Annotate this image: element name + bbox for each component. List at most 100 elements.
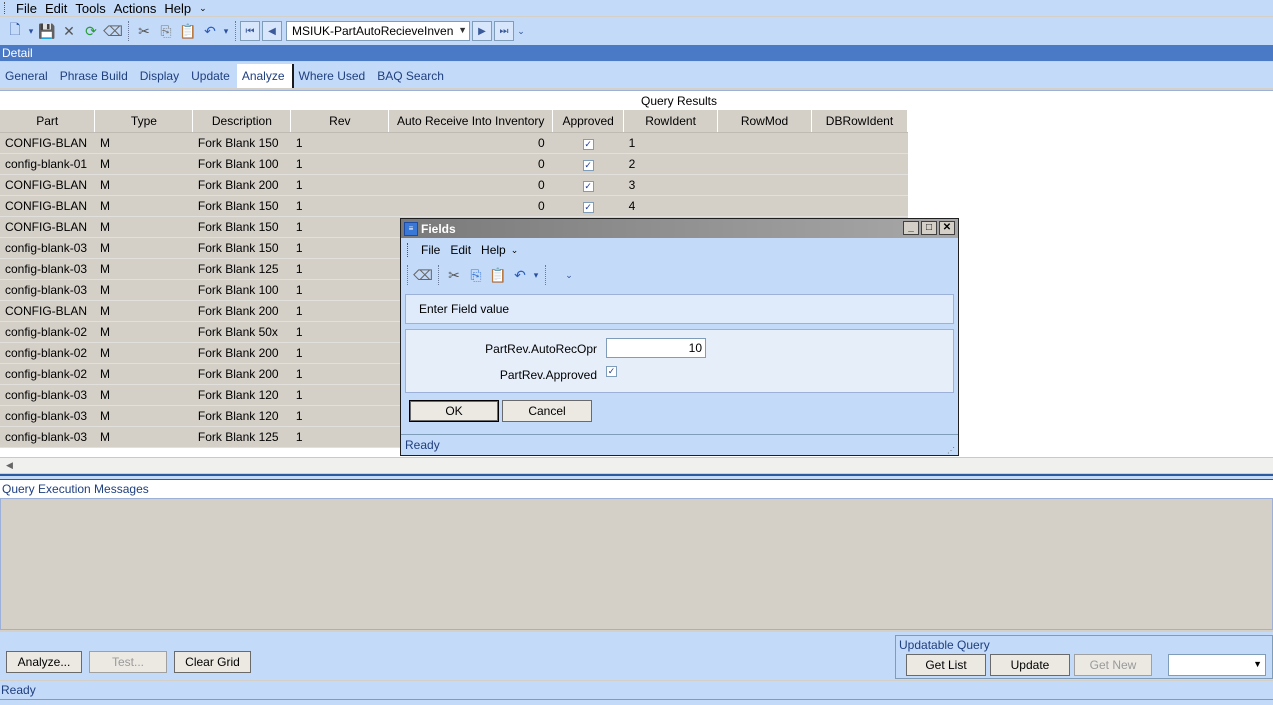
column-header[interactable]: Part	[0, 110, 96, 133]
delete-icon[interactable]: ✕	[58, 20, 80, 42]
column-header[interactable]: Description	[192, 110, 292, 133]
cell-desc: Fork Blank 125	[192, 426, 291, 448]
autorecopr-input[interactable]: 10	[606, 338, 706, 358]
column-header[interactable]: RowMod	[717, 110, 812, 133]
toolbar-grip	[407, 265, 408, 285]
dialog-menu-overflow-icon[interactable]: ⌄	[511, 245, 519, 256]
cell-part: CONFIG-BLAN	[0, 216, 95, 238]
ok-button[interactable]: OK	[409, 400, 499, 422]
cell-part: CONFIG-BLAN	[0, 195, 95, 217]
query-messages-panel	[0, 498, 1273, 630]
next-record-icon[interactable]: ▶	[472, 21, 492, 41]
column-header[interactable]: Rev	[290, 110, 390, 133]
previous-record-icon[interactable]: ◀	[262, 21, 282, 41]
undo-icon[interactable]: ↶	[199, 20, 221, 42]
approved-checkbox[interactable]: ✓	[582, 159, 594, 171]
save-icon[interactable]: 💾	[36, 20, 58, 42]
new-dropdown-icon[interactable]: ▾	[26, 20, 36, 42]
cell-rowmod	[717, 132, 812, 154]
toolbar-overflow-icon[interactable]: ⌄	[516, 20, 526, 42]
dialog-menu-help[interactable]: Help	[476, 243, 511, 257]
tab-where-used[interactable]: Where Used	[294, 64, 373, 88]
column-header[interactable]: Approved	[552, 110, 625, 133]
get-new-button[interactable]: Get New	[1074, 654, 1152, 676]
approved-checkbox[interactable]: ✓	[582, 138, 594, 150]
cell-desc: Fork Blank 200	[192, 342, 291, 364]
chevron-down-icon: ▼	[1253, 659, 1262, 669]
cell-desc: Fork Blank 100	[192, 153, 291, 175]
undo-dropdown-icon[interactable]: ▾	[221, 20, 231, 42]
toolbar-overflow-icon[interactable]: ⌄	[564, 264, 574, 286]
undo-icon[interactable]: ↶	[509, 264, 531, 286]
record-select[interactable]: MSIUK-PartAutoRecieveInven ▼	[286, 21, 470, 41]
resize-grip-icon[interactable]: ⋰	[947, 441, 955, 461]
test-button[interactable]: Test...	[89, 651, 167, 673]
table-row[interactable]: config-blank-01 M Fork Blank 100 1 0 ✓ 2	[0, 153, 908, 175]
dialog-titlebar[interactable]: ≡ Fields _ □ ✕	[401, 219, 958, 238]
cell-type: M	[94, 216, 193, 238]
cut-icon[interactable]: ✂	[443, 264, 465, 286]
last-record-icon[interactable]: ⏭	[494, 21, 514, 41]
menu-actions[interactable]: Actions	[110, 1, 161, 16]
undo-dropdown-icon[interactable]: ▾	[531, 264, 541, 286]
cell-desc: Fork Blank 100	[192, 279, 291, 301]
fields-dialog: ≡ Fields _ □ ✕ File Edit Help ⌄ ⌫ ✂ ⎘ 📋 …	[400, 218, 959, 456]
cell-type: M	[94, 132, 193, 154]
approved-checkbox[interactable]: ✓	[582, 180, 594, 192]
cell-rev: 1	[290, 258, 389, 280]
horizontal-scrollbar[interactable]: ◀	[0, 457, 1273, 473]
scroll-left-icon[interactable]: ◀	[6, 460, 13, 471]
paste-icon[interactable]: 📋	[177, 20, 199, 42]
menu-overflow-icon[interactable]: ⌄	[195, 3, 211, 14]
updatable-query-title: Updatable Query	[899, 638, 990, 652]
tab-analyze[interactable]: Analyze	[236, 64, 294, 88]
refresh-icon[interactable]: ⟳	[80, 20, 102, 42]
table-row[interactable]: CONFIG-BLAN M Fork Blank 150 1 0 ✓ 1	[0, 132, 908, 154]
cell-auto: 0	[388, 195, 553, 217]
cell-part: config-blank-03	[0, 405, 95, 427]
close-icon[interactable]: ✕	[939, 221, 955, 235]
new-icon[interactable]: 🗋	[4, 20, 26, 42]
copy-icon[interactable]: ⎘	[155, 20, 177, 42]
cell-rowmod	[717, 153, 812, 175]
table-row[interactable]: CONFIG-BLAN M Fork Blank 200 1 0 ✓ 3	[0, 174, 908, 196]
tab-update[interactable]: Update	[186, 64, 237, 88]
cell-approved: ✓	[552, 132, 624, 154]
copy-icon[interactable]: ⎘	[465, 264, 487, 286]
tab-display[interactable]: Display	[135, 64, 186, 88]
column-header[interactable]: Type	[94, 110, 194, 133]
menu-tools[interactable]: Tools	[71, 1, 109, 16]
menu-edit[interactable]: Edit	[41, 1, 71, 16]
cell-approved: ✓	[552, 174, 624, 196]
cell-desc: Fork Blank 120	[192, 384, 291, 406]
clear-grid-button[interactable]: Clear Grid	[174, 651, 251, 673]
dialog-menu-edit[interactable]: Edit	[445, 243, 476, 257]
first-record-icon[interactable]: ⏮	[240, 21, 260, 41]
analyze-button[interactable]: Analyze...	[6, 651, 82, 673]
column-header[interactable]: DBRowIdent	[811, 110, 909, 133]
cell-desc: Fork Blank 125	[192, 258, 291, 280]
tab-general[interactable]: General	[0, 64, 55, 88]
cut-icon[interactable]: ✂	[133, 20, 155, 42]
menu-file[interactable]: File	[12, 1, 41, 16]
column-header[interactable]: Auto Receive Into Inventory	[388, 110, 554, 133]
get-list-button[interactable]: Get List	[906, 654, 986, 676]
approved-checkbox[interactable]: ✓	[582, 201, 594, 213]
tab-phrase-build[interactable]: Phrase Build	[55, 64, 135, 88]
menu-help[interactable]: Help	[160, 1, 195, 16]
cell-rev: 1	[290, 174, 389, 196]
column-header[interactable]: RowIdent	[623, 110, 719, 133]
updatable-select[interactable]: ▼	[1168, 654, 1266, 676]
dialog-menu-file[interactable]: File	[416, 243, 445, 257]
cancel-button[interactable]: Cancel	[502, 400, 592, 422]
table-row[interactable]: CONFIG-BLAN M Fork Blank 150 1 0 ✓ 4	[0, 195, 908, 217]
cell-dbrowident	[811, 195, 908, 217]
update-button[interactable]: Update	[990, 654, 1070, 676]
tab-baq-search[interactable]: BAQ Search	[372, 64, 451, 88]
clear-icon[interactable]: ⌫	[412, 264, 434, 286]
approved-checkbox[interactable]: ✓	[606, 366, 617, 377]
clear-icon[interactable]: ⌫	[102, 20, 124, 42]
maximize-icon[interactable]: □	[921, 221, 937, 235]
paste-icon[interactable]: 📋	[487, 264, 509, 286]
minimize-icon[interactable]: _	[903, 221, 919, 235]
